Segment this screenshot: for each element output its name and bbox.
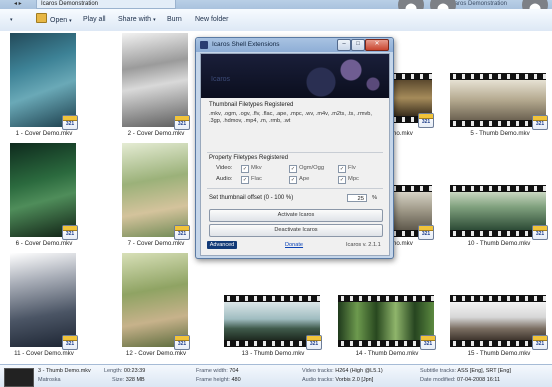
advanced-button[interactable]: Advanced (207, 241, 237, 249)
window-title: Icaros Demonstration (36, 0, 176, 9)
selected-file-type: Matroska (38, 377, 61, 383)
minimize-button[interactable]: – (337, 39, 351, 51)
deactivate-icaros-button[interactable]: Deactivate Icaros (209, 224, 383, 237)
file-label: 15 - Thumb Demo.mkv (467, 350, 531, 357)
command-toolbar: ▾ Open ▾ Play all Share with ▾ Burn New fo… (0, 9, 552, 32)
file-label: 13 - Thumb Demo.mkv (241, 350, 305, 357)
cover-thumbnail (10, 143, 76, 237)
audio-label: Audio: (216, 176, 233, 182)
property-filetypes-title: Property Filetypes Registered (209, 155, 289, 161)
icaros-banner: Icaros (201, 54, 389, 98)
chevron-down-icon: ▾ (153, 17, 156, 23)
cover-thumbnail (10, 33, 76, 127)
mkv-badge-icon: 321 (306, 335, 322, 350)
video-label: Video: (216, 165, 233, 171)
window-title-right: Icaros Demonstration (450, 1, 508, 7)
banner-brand: Icaros (211, 76, 231, 83)
donate-link[interactable]: Donate (285, 242, 303, 248)
thumbnail-filetypes-list: .mkv, .ogm, .ogv, .flv, .flac, .ape, .mp… (209, 111, 372, 124)
open-button[interactable]: Open ▾ (36, 13, 72, 26)
open-label: Open (50, 17, 68, 24)
share-with-button[interactable]: Share with ▾ (118, 13, 156, 26)
dialog-body: Icaros Thumbnail Filetypes Registered .m… (200, 53, 390, 256)
burn-button[interactable]: Burn (167, 13, 182, 26)
mkv-badge-icon: 321 (418, 225, 434, 240)
mkv-badge-icon: 321 (418, 113, 434, 128)
mkv-badge-icon: 321 (62, 335, 78, 350)
flv-label: Flv (348, 165, 356, 171)
thumbnail-filetypes-title: Thumbnail Filetypes Registered (209, 102, 294, 108)
mkv-badge-icon: 321 (532, 225, 548, 240)
mkv-checkbox[interactable]: ✓ (241, 165, 249, 173)
file-label: 11 - Cover Demo.mkv (14, 350, 74, 357)
activate-icaros-button[interactable]: Activate Icaros (209, 209, 383, 222)
file-label: 10 - Thumb Demo.mkv (467, 240, 531, 247)
organize-dropdown-icon[interactable]: ▾ (8, 13, 13, 26)
file-label: 7 - Cover Demo.mkv (127, 240, 185, 247)
dialog-title: Icaros Shell Extensions (212, 41, 280, 48)
ape-label: Ape (299, 176, 310, 182)
flv-checkbox[interactable]: ✓ (338, 165, 346, 173)
details-pane: 3 - Thumb Demo.mkv Matroska Length: 00:2… (0, 364, 552, 387)
share-with-label: Share with (118, 16, 152, 23)
file-label: 14 - Thumb Demo.mkv (355, 350, 419, 357)
mkv-badge-icon: 321 (62, 115, 78, 130)
cover-thumbnail (122, 253, 188, 347)
folder-icon (36, 13, 47, 23)
icaros-app-icon (200, 41, 208, 49)
file-label: 5 - Thumb Demo.mkv (470, 130, 530, 137)
window-titlebar: ◂ ▸ Icaros Demonstration Icaros Demonstr… (0, 0, 552, 9)
percent-label: % (372, 195, 378, 201)
play-all-button[interactable]: Play all (83, 13, 106, 26)
ogm-ogg-checkbox[interactable]: ✓ (289, 165, 297, 173)
file-label: 6 - Cover Demo.mkv (15, 240, 73, 247)
mpc-label: Mpc (348, 176, 359, 182)
thumbnail-offset-input[interactable]: 25 (347, 194, 367, 202)
burn-label: Burn (167, 16, 182, 23)
back-arrow-icon[interactable]: ◂ ▸ (14, 0, 22, 9)
mkv-badge-icon: 321 (174, 115, 190, 130)
file-label: 12 - Cover Demo.mkv (125, 350, 187, 357)
mkv-badge-icon: 321 (62, 225, 78, 240)
play-all-label: Play all (83, 16, 106, 23)
chevron-down-icon: ▾ (69, 18, 72, 24)
thumbnail-offset-label: Set thumbnail offset (0 - 100 %) (209, 195, 294, 201)
new-folder-button[interactable]: New folder (195, 13, 228, 26)
divider (207, 152, 383, 153)
file-label: 1 - Cover Demo.mkv (15, 130, 73, 137)
selected-file-name: 3 - Thumb Demo.mkv (38, 368, 91, 374)
ape-checkbox[interactable]: ✓ (289, 176, 297, 184)
maximize-button[interactable]: □ (351, 39, 365, 51)
size-field: Size: 328 MB (112, 377, 145, 383)
length-field: Length: 00:23:39 (104, 368, 146, 374)
mkv-badge-icon: 321 (174, 335, 190, 350)
date-modified-field: Date modified: 07-04-2008 16:11 (420, 377, 501, 383)
cover-thumbnail (122, 143, 188, 237)
version-label: Icaros v. 2.1.1 (346, 242, 381, 248)
file-label: 2 - Cover Demo.mkv (127, 130, 185, 137)
subtitle-tracks-field: Subtitle tracks: ASS [Eng], SRT [Eng] (420, 368, 511, 374)
cover-thumbnail (122, 33, 188, 127)
flac-checkbox[interactable]: ✓ (241, 176, 249, 184)
icaros-dialog: Icaros Shell Extensions – □ ✕ Icaros Thu… (195, 37, 394, 259)
frame-height-field: Frame height: 480 (196, 377, 241, 383)
dialog-titlebar[interactable]: Icaros Shell Extensions – □ ✕ (196, 38, 393, 52)
frame-width-field: Frame width: 704 (196, 368, 239, 374)
video-tracks-field: Video tracks: H264 (High @L5.1) (302, 368, 383, 374)
mkv-badge-icon: 321 (532, 335, 548, 350)
close-button[interactable]: ✕ (365, 39, 389, 51)
mpc-checkbox[interactable]: ✓ (338, 176, 346, 184)
mkv-label: Mkv (251, 165, 262, 171)
divider (207, 188, 383, 189)
mkv-badge-icon: 321 (420, 335, 436, 350)
selected-file-thumbnail (4, 368, 34, 387)
new-folder-label: New folder (195, 16, 229, 23)
ogm-ogg-label: Ogm/Ogg (299, 165, 325, 171)
mkv-badge-icon: 321 (174, 225, 190, 240)
mkv-badge-icon: 321 (532, 115, 548, 130)
flac-label: Flac (251, 176, 262, 182)
audio-tracks-field: Audio tracks: Vorbis 2.0 [Jpn] (302, 377, 374, 383)
cover-thumbnail (10, 253, 76, 347)
